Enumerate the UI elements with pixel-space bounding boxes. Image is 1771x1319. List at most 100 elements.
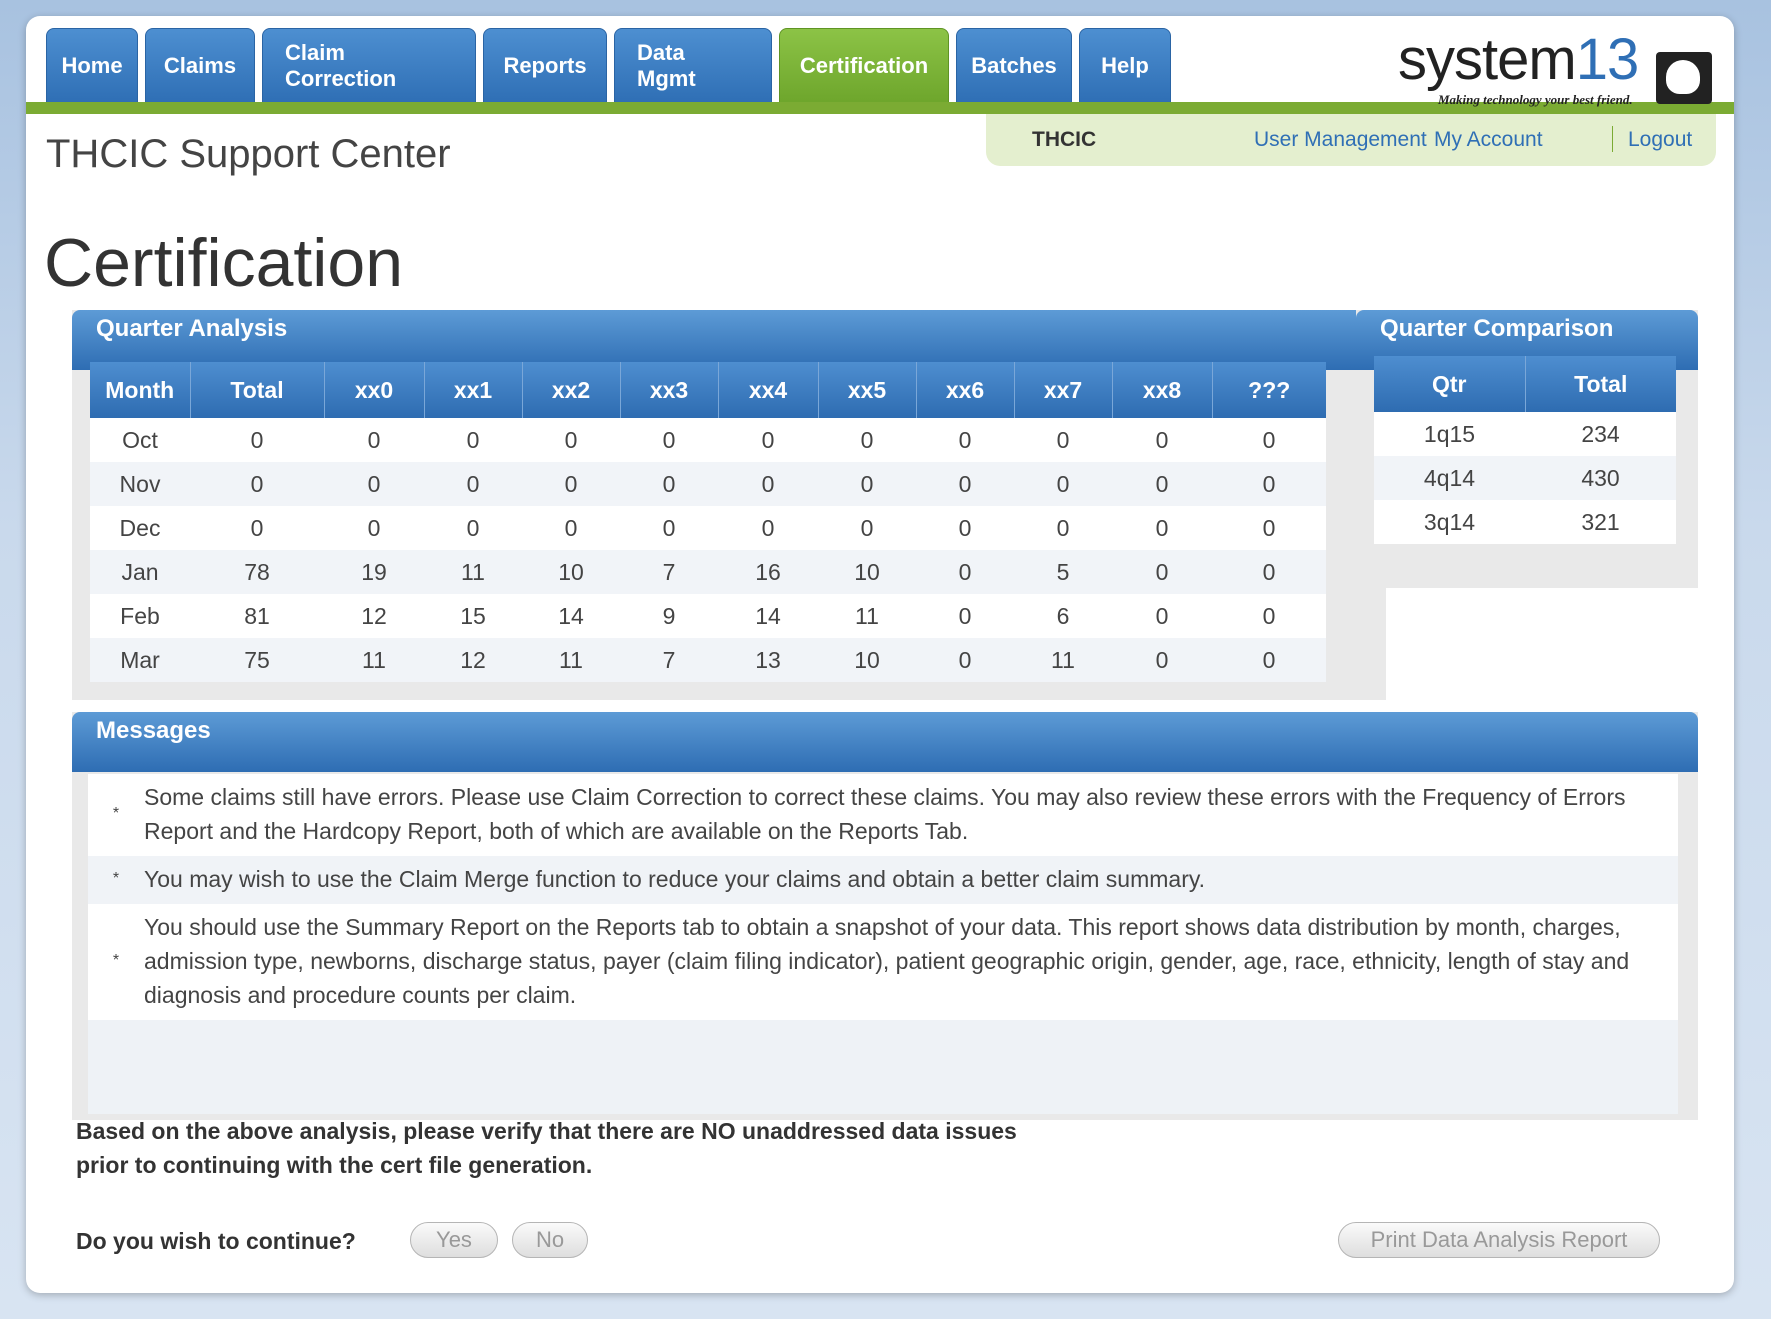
- yes-button[interactable]: Yes: [410, 1222, 498, 1258]
- main-nav: Home Claims Claim Correction Reports Dat…: [46, 28, 1171, 102]
- site-title: THCIC Support Center: [46, 132, 451, 176]
- table-row: Mar 75 11 12 11 7 13 10 0 11 0 0: [90, 638, 1326, 682]
- user-management-link[interactable]: User Management: [1254, 128, 1427, 152]
- table-cell: 0: [522, 418, 620, 462]
- my-account-link[interactable]: My Account: [1434, 128, 1543, 152]
- print-report-button[interactable]: Print Data Analysis Report: [1338, 1222, 1660, 1258]
- table-cell: 11: [324, 638, 424, 682]
- table-row: Nov 0 0 0 0 0 0 0 0 0 0 0: [90, 462, 1326, 506]
- table-cell: 0: [620, 418, 718, 462]
- bullet-icon: *: [112, 952, 120, 969]
- verify-line-2: prior to continuing with the cert file g…: [76, 1152, 593, 1178]
- table-cell: 0: [324, 418, 424, 462]
- quarter-analysis-column-header: xx5: [818, 362, 917, 418]
- quarter-analysis-column-header: Total: [190, 362, 325, 418]
- org-name: THCIC: [1032, 128, 1097, 151]
- table-cell: 6: [1014, 594, 1112, 638]
- table-cell: 0: [620, 462, 718, 506]
- table-cell: 0: [1112, 638, 1212, 682]
- table-cell: 0: [916, 638, 1014, 682]
- quarter-analysis-column-header: xx1: [424, 362, 523, 418]
- table-cell: 0: [916, 418, 1014, 462]
- table-cell: 0: [818, 462, 916, 506]
- table-cell: 430: [1525, 456, 1676, 500]
- table-cell: 0: [718, 462, 818, 506]
- table-cell: 11: [818, 594, 916, 638]
- bullet-icon: *: [112, 870, 120, 887]
- table-cell: 0: [424, 462, 522, 506]
- table-row: 3q14 321: [1374, 500, 1676, 544]
- table-header-row: Qtr Total: [1374, 356, 1676, 412]
- table-cell: 0: [916, 550, 1014, 594]
- quarter-analysis-header: Quarter Analysis: [72, 310, 1386, 370]
- table-row: 1q15 234: [1374, 412, 1676, 456]
- table-cell: 0: [324, 462, 424, 506]
- tab-home[interactable]: Home: [46, 28, 138, 102]
- table-cell: Dec: [90, 506, 190, 550]
- quarter-analysis-column-header: xx2: [522, 362, 621, 418]
- quarter-analysis-column-header: xx7: [1014, 362, 1113, 418]
- table-cell: 0: [522, 462, 620, 506]
- message-item: * You may wish to use the Claim Merge fun…: [88, 856, 1678, 904]
- tab-batches[interactable]: Batches: [956, 28, 1072, 102]
- table-row: Dec 0 0 0 0 0 0 0 0 0 0 0: [90, 506, 1326, 550]
- tab-reports[interactable]: Reports: [483, 28, 607, 102]
- no-button[interactable]: No: [512, 1222, 588, 1258]
- table-cell: 12: [324, 594, 424, 638]
- table-cell: 15: [424, 594, 522, 638]
- dog-icon: [1656, 52, 1712, 104]
- table-cell: 0: [1112, 594, 1212, 638]
- messages-list: * Some claims still have errors. Please u…: [88, 774, 1678, 1114]
- table-row: Oct 0 0 0 0 0 0 0 0 0 0 0: [90, 418, 1326, 462]
- quarter-analysis-column-header: xx8: [1112, 362, 1213, 418]
- continue-question: Do you wish to continue?: [76, 1228, 356, 1254]
- table-cell: 0: [1014, 462, 1112, 506]
- quarter-analysis-panel: Quarter Analysis Month Total xx0 xx1 xx2 xx3 x…: [72, 310, 1386, 700]
- table-cell: 0: [1212, 550, 1326, 594]
- quarter-comparison-column-header: Total: [1525, 356, 1676, 412]
- table-cell: 0: [1212, 638, 1326, 682]
- messages-header: Messages: [72, 712, 1698, 772]
- table-cell: 0: [522, 506, 620, 550]
- tab-data-mgmt[interactable]: Data Mgmt: [614, 28, 772, 102]
- table-cell: 9: [620, 594, 718, 638]
- table-row: Feb 81 12 15 14 9 14 11 0 6 0 0: [90, 594, 1326, 638]
- verify-instructions: Based on the above analysis, please veri…: [76, 1114, 1017, 1182]
- table-cell: 0: [190, 418, 324, 462]
- link-divider: [1612, 126, 1613, 152]
- logout-link[interactable]: Logout: [1628, 128, 1692, 152]
- message-text: You should use the Summary Report on the…: [144, 914, 1630, 1008]
- main-window: Home Claims Claim Correction Reports Dat…: [26, 16, 1734, 1293]
- tab-claims[interactable]: Claims: [145, 28, 255, 102]
- table-cell: 0: [1212, 594, 1326, 638]
- table-cell: 10: [818, 638, 916, 682]
- system13-logo[interactable]: system13 Making technology your best fri…: [1378, 27, 1718, 112]
- table-cell: 12: [424, 638, 522, 682]
- table-cell: 78: [190, 550, 324, 594]
- table-cell: Mar: [90, 638, 190, 682]
- table-cell: 0: [916, 462, 1014, 506]
- table-cell: 81: [190, 594, 324, 638]
- page-title: Certification: [44, 225, 404, 301]
- table-cell: 0: [1212, 506, 1326, 550]
- table-cell: 0: [620, 506, 718, 550]
- table-cell: Jan: [90, 550, 190, 594]
- table-cell: 16: [718, 550, 818, 594]
- tab-help[interactable]: Help: [1079, 28, 1171, 102]
- table-cell: 0: [1014, 418, 1112, 462]
- verify-line-1: Based on the above analysis, please veri…: [76, 1118, 1017, 1144]
- tab-claim-correction[interactable]: Claim Correction: [262, 28, 476, 102]
- table-cell: 0: [190, 462, 324, 506]
- table-cell: 11: [424, 550, 522, 594]
- tab-certification[interactable]: Certification: [779, 28, 949, 102]
- table-cell: 75: [190, 638, 324, 682]
- quarter-analysis-column-header: Month: [90, 362, 191, 418]
- message-text: Some claims still have errors. Please us…: [144, 784, 1626, 844]
- logo-tagline: Making technology your best friend.: [1438, 92, 1633, 107]
- table-cell: 0: [1014, 506, 1112, 550]
- message-item: * You should use the Summary Report on th…: [88, 904, 1678, 1020]
- table-cell: Oct: [90, 418, 190, 462]
- table-cell: 0: [190, 506, 324, 550]
- table-cell: 0: [818, 418, 916, 462]
- table-cell: 0: [424, 418, 522, 462]
